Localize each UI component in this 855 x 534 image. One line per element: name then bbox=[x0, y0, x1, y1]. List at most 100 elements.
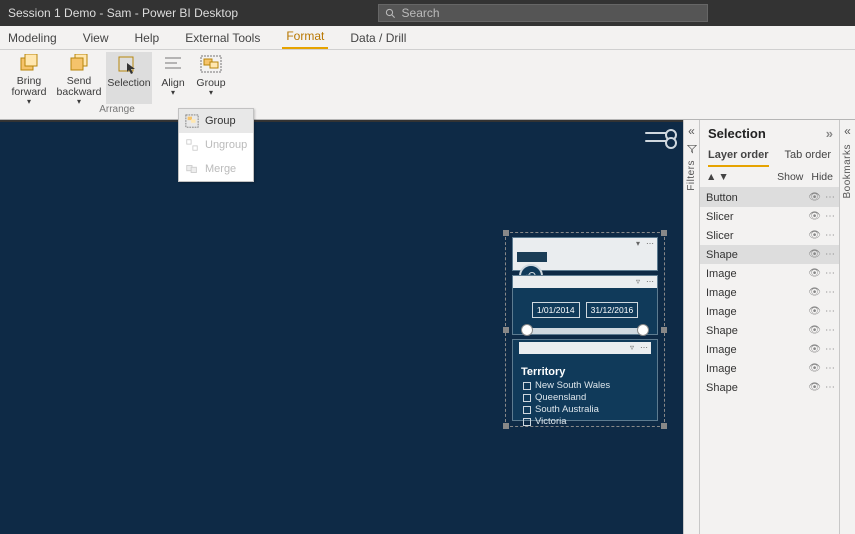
visibility-icon[interactable]: 👁 bbox=[808, 192, 821, 203]
slicer-date-from[interactable]: 1/01/2014 bbox=[532, 302, 580, 318]
selection-item-name: Image bbox=[706, 363, 804, 375]
menu-item-merge: Merge bbox=[179, 157, 253, 181]
filter-toggle-icon[interactable] bbox=[645, 132, 671, 142]
group-button[interactable]: Group▾ bbox=[194, 52, 228, 104]
selection-item[interactable]: Shape 👁 ⋯ bbox=[700, 245, 839, 264]
group-dropdown-menu: Group Ungroup Merge bbox=[178, 108, 254, 182]
slicer-date-to[interactable]: 31/12/2016 bbox=[586, 302, 639, 318]
app-title: Session 1 Demo - Sam - Power BI Desktop bbox=[8, 6, 238, 20]
title-bar: Session 1 Demo - Sam - Power BI Desktop … bbox=[0, 0, 855, 26]
resize-handle[interactable] bbox=[503, 230, 509, 236]
bookmarks-pane-collapsed[interactable]: « Bookmarks bbox=[839, 120, 855, 534]
more-options-icon[interactable]: ⋯ bbox=[825, 192, 835, 203]
visibility-icon[interactable]: 👁 bbox=[808, 211, 821, 222]
bring-forward-button[interactable]: Bring forward▾ bbox=[6, 52, 52, 104]
tab-view[interactable]: View bbox=[79, 27, 113, 49]
selection-item-name: Button bbox=[706, 192, 804, 204]
resize-handle[interactable] bbox=[503, 327, 509, 333]
ribbon-group-label: Arrange bbox=[99, 104, 135, 115]
selection-item[interactable]: Slicer 👁 ⋯ bbox=[700, 226, 839, 245]
hide-all-button[interactable]: Hide bbox=[811, 171, 833, 183]
expand-pane-icon[interactable]: » bbox=[826, 126, 833, 141]
resize-handle[interactable] bbox=[661, 327, 667, 333]
more-options-icon[interactable]: ⋯ bbox=[825, 325, 835, 336]
more-options-icon[interactable]: ⋯ bbox=[825, 249, 835, 260]
resize-handle[interactable] bbox=[661, 230, 667, 236]
tab-external-tools[interactable]: External Tools bbox=[181, 27, 264, 49]
selection-item[interactable]: Image👁⋯ bbox=[700, 340, 839, 359]
more-options-icon[interactable]: ⋯ bbox=[825, 230, 835, 241]
territory-option[interactable]: New South Wales bbox=[523, 380, 651, 391]
selection-pane-button[interactable]: Selection bbox=[106, 52, 152, 104]
visibility-icon[interactable]: 👁 bbox=[808, 363, 821, 374]
more-options-icon[interactable]: ⋯ bbox=[825, 363, 835, 374]
align-button[interactable]: Align▾ bbox=[156, 52, 190, 104]
visibility-icon[interactable]: 👁 bbox=[808, 249, 821, 260]
selection-item-name: Slicer bbox=[706, 230, 804, 242]
move-up-icon[interactable]: ▲ bbox=[706, 171, 716, 183]
search-icon bbox=[385, 8, 396, 19]
filter-icon bbox=[687, 144, 697, 154]
selection-item[interactable]: Shape 👁 ⋯ bbox=[700, 378, 839, 397]
selection-item[interactable]: Button 👁 ⋯ bbox=[700, 188, 839, 207]
slider-thumb-right[interactable] bbox=[637, 324, 649, 336]
group-icon bbox=[185, 114, 199, 128]
move-down-icon[interactable]: ▼ bbox=[718, 171, 728, 183]
search-placeholder: Search bbox=[402, 6, 440, 20]
merge-icon bbox=[185, 162, 199, 176]
selection-item[interactable]: Image 👁 ⋯ bbox=[700, 359, 839, 378]
selection-item[interactable]: Image 👁 ⋯ bbox=[700, 264, 839, 283]
tab-data-drill[interactable]: Data / Drill bbox=[346, 27, 410, 49]
territory-option[interactable]: South Australia bbox=[523, 404, 651, 415]
selection-pane-title: Selection bbox=[708, 126, 766, 141]
selection-item-name: Image bbox=[706, 287, 804, 299]
selection-item[interactable]: Image 👁 ⋯ bbox=[700, 283, 839, 302]
visibility-icon[interactable]: 👁 bbox=[808, 268, 821, 279]
visibility-icon[interactable]: 👁 bbox=[808, 306, 821, 317]
selection-pane: Selection » Layer order Tab order ▲ ▼ Sh… bbox=[699, 120, 839, 534]
selection-item[interactable]: Image 👁 ⋯ bbox=[700, 302, 839, 321]
visual-selection-group[interactable]: ▾⋯ ↶ ▿⋯ 1/01/2014 31/12/2016 ▿⋯ Terri bbox=[505, 232, 665, 427]
resize-handle[interactable] bbox=[661, 423, 667, 429]
visual-date-slicer[interactable]: ▿⋯ 1/01/2014 31/12/2016 bbox=[512, 275, 658, 335]
search-box[interactable]: Search bbox=[378, 4, 708, 22]
report-canvas[interactable]: ▾⋯ ↶ ▿⋯ 1/01/2014 31/12/2016 ▿⋯ Terri bbox=[0, 120, 683, 534]
visual-button[interactable]: ▾⋯ ↶ bbox=[512, 237, 658, 271]
layer-order-tab[interactable]: Layer order bbox=[708, 149, 769, 167]
more-options-icon[interactable]: ⋯ bbox=[825, 268, 835, 279]
chevron-left-icon: « bbox=[844, 124, 851, 138]
territory-option[interactable]: Queensland bbox=[523, 392, 651, 403]
visibility-icon[interactable]: 👁 bbox=[808, 344, 821, 355]
selection-list: Button👁⋯Slicer👁⋯Slicer👁⋯Shape👁⋯Image👁⋯Im… bbox=[700, 188, 839, 534]
selection-item-name: Shape bbox=[706, 325, 804, 337]
territory-option[interactable]: Victoria bbox=[523, 416, 651, 427]
more-options-icon[interactable]: ⋯ bbox=[825, 344, 835, 355]
date-slider[interactable] bbox=[523, 328, 647, 334]
ribbon: Bring forward▾ Send backward▾ Selection … bbox=[0, 50, 855, 120]
more-options-icon[interactable]: ⋯ bbox=[825, 382, 835, 393]
resize-handle[interactable] bbox=[503, 423, 509, 429]
selection-item-name: Shape bbox=[706, 249, 804, 261]
selection-item-name: Shape bbox=[706, 382, 804, 394]
more-options-icon[interactable]: ⋯ bbox=[825, 306, 835, 317]
more-options-icon[interactable]: ⋯ bbox=[825, 287, 835, 298]
more-options-icon[interactable]: ⋯ bbox=[825, 211, 835, 222]
tab-modeling[interactable]: Modeling bbox=[4, 27, 61, 49]
show-all-button[interactable]: Show bbox=[777, 171, 803, 183]
visibility-icon[interactable]: 👁 bbox=[808, 382, 821, 393]
menu-item-group[interactable]: Group bbox=[179, 109, 253, 133]
selection-item-name: Image bbox=[706, 268, 804, 280]
visibility-icon[interactable]: 👁 bbox=[808, 230, 821, 241]
tab-help[interactable]: Help bbox=[131, 27, 164, 49]
filters-pane-collapsed[interactable]: « Filters bbox=[683, 120, 699, 534]
visual-territory-slicer[interactable]: ▿⋯ Territory New South Wales Queensland … bbox=[512, 339, 658, 421]
visibility-icon[interactable]: 👁 bbox=[808, 325, 821, 336]
tab-order-tab[interactable]: Tab order bbox=[785, 149, 831, 167]
send-backward-button[interactable]: Send backward▾ bbox=[56, 52, 102, 104]
visibility-icon[interactable]: 👁 bbox=[808, 287, 821, 298]
selection-item-name: Image bbox=[706, 306, 804, 318]
tab-format[interactable]: Format bbox=[282, 25, 328, 49]
selection-item[interactable]: Slicer👁⋯ bbox=[700, 207, 839, 226]
selection-item[interactable]: Shape 👁 ⋯ bbox=[700, 321, 839, 340]
slider-thumb-left[interactable] bbox=[521, 324, 533, 336]
